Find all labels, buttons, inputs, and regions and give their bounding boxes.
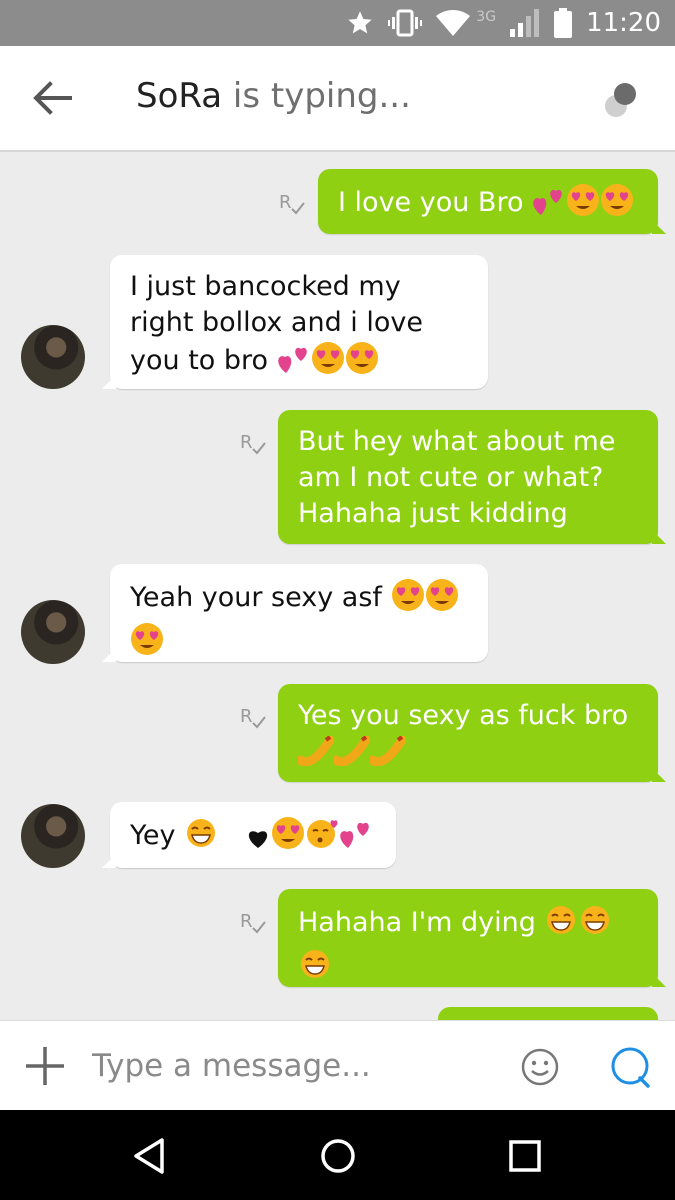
tears-of-joy-icon <box>184 816 218 860</box>
svg-text:R: R <box>240 706 253 727</box>
nav-back-icon[interactable] <box>130 1136 170 1176</box>
message-bubble-incoming[interactable]: Yeah your sexy asf <box>102 564 488 662</box>
two-hearts-icon <box>277 345 311 385</box>
read-receipt-icon: R <box>279 192 305 215</box>
message-bubble-outgoing[interactable]: I love you Bro <box>318 169 666 234</box>
nav-recents-icon[interactable] <box>505 1136 545 1176</box>
back-arrow-icon[interactable] <box>30 78 74 118</box>
hot-dog-icon <box>367 735 407 776</box>
message-bubble-outgoing[interactable]: Hahaha I'm dying <box>278 889 666 987</box>
clock: 11:20 <box>586 8 661 38</box>
hot-dog-icon <box>331 735 371 776</box>
status-bar: 3G 11:20 <box>0 0 675 46</box>
heart-eyes-icon <box>130 622 164 666</box>
conversation-title: SoRa is typing... <box>136 76 411 116</box>
heart-eyes-icon <box>345 341 379 385</box>
two-hearts-icon <box>532 187 566 227</box>
contact-name: SoRa <box>136 76 223 116</box>
heart-eyes-icon <box>271 816 305 860</box>
message-text: Yey <box>130 820 176 851</box>
heart-eyes-icon <box>311 341 345 385</box>
black-heart-icon <box>245 824 271 860</box>
svg-text:R: R <box>240 432 253 453</box>
two-hearts-icon <box>339 820 373 860</box>
nav-home-icon[interactable] <box>318 1136 358 1176</box>
tears-of-joy-icon <box>298 947 332 991</box>
typing-status: is typing... <box>232 76 411 116</box>
message-text: Yes you sexy as fuck bro <box>298 700 629 731</box>
chat-header: SoRa is typing... <box>0 46 675 152</box>
read-receipt-icon: R <box>240 911 266 934</box>
read-receipt-icon: R <box>240 432 266 455</box>
hot-dog-icon <box>295 735 335 776</box>
add-attachment-icon[interactable] <box>24 1045 66 1087</box>
send-icon[interactable] <box>608 1045 652 1089</box>
message-input[interactable] <box>92 1039 492 1093</box>
message-text: I love you Bro <box>338 187 524 218</box>
tears-of-joy-icon <box>544 903 578 947</box>
contact-status-icon[interactable] <box>603 82 639 118</box>
network-type-label: 3G <box>476 9 497 25</box>
signal-icon <box>510 9 540 37</box>
message-bubble-incoming[interactable]: Yey <box>102 802 396 868</box>
message-bubble-outgoing[interactable]: Yes you sexy as fuck bro <box>278 684 666 782</box>
emoji-picker-icon[interactable] <box>520 1047 560 1087</box>
heart-eyes-icon <box>425 578 459 622</box>
read-receipt-icon: R <box>240 706 266 729</box>
message-bubble-incoming[interactable]: I just bancocked my right bollox and i l… <box>102 255 488 389</box>
heart-eyes-icon <box>391 578 425 622</box>
message-bubble-outgoing[interactable]: But hey what about me am I not cute or w… <box>278 410 666 544</box>
system-navigation-bar <box>0 1110 675 1200</box>
heart-eyes-icon <box>566 183 600 227</box>
message-bubble-outgoing-partial[interactable] <box>438 1007 658 1020</box>
star-icon <box>348 11 372 34</box>
message-composer <box>0 1020 675 1110</box>
tears-of-joy-icon <box>578 903 612 947</box>
message-text: Hahaha I'm dying <box>298 907 536 938</box>
wifi-icon <box>436 10 471 36</box>
vibrate-icon <box>388 9 423 37</box>
contact-avatar[interactable] <box>21 804 85 868</box>
contact-avatar[interactable] <box>21 325 85 389</box>
svg-text:R: R <box>240 911 253 932</box>
message-list[interactable]: R I love you Bro I just bancocked my rig… <box>0 152 675 1020</box>
svg-text:R: R <box>279 192 292 213</box>
battery-icon <box>554 8 573 38</box>
kissing-heart-icon <box>305 816 339 860</box>
message-text: Yeah your sexy asf <box>130 582 382 613</box>
contact-avatar[interactable] <box>21 600 85 664</box>
heart-eyes-icon <box>600 183 634 227</box>
message-text: But hey what about me am I not cute or w… <box>298 426 616 529</box>
